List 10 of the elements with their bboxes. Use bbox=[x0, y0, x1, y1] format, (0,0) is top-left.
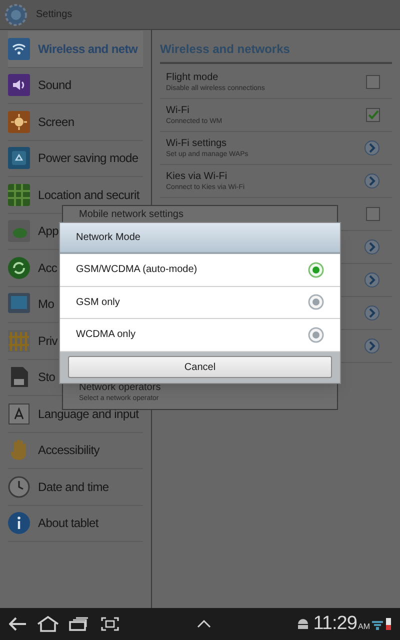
clock-time: 11:29 bbox=[313, 612, 357, 636]
app-title: Settings bbox=[36, 8, 72, 22]
dialog-title: Network Mode bbox=[60, 223, 340, 254]
setting-title: Kies via Wi-Fi bbox=[166, 170, 228, 182]
setting-title: Wi-Fi settings bbox=[166, 138, 228, 150]
clock-period: AM bbox=[358, 620, 370, 632]
setting-title: Flight mode bbox=[166, 72, 220, 84]
setting-title: Network operators bbox=[79, 382, 162, 394]
panel-title: Wireless and networks bbox=[160, 35, 392, 64]
setting-title: Wi-Fi bbox=[166, 104, 190, 116]
